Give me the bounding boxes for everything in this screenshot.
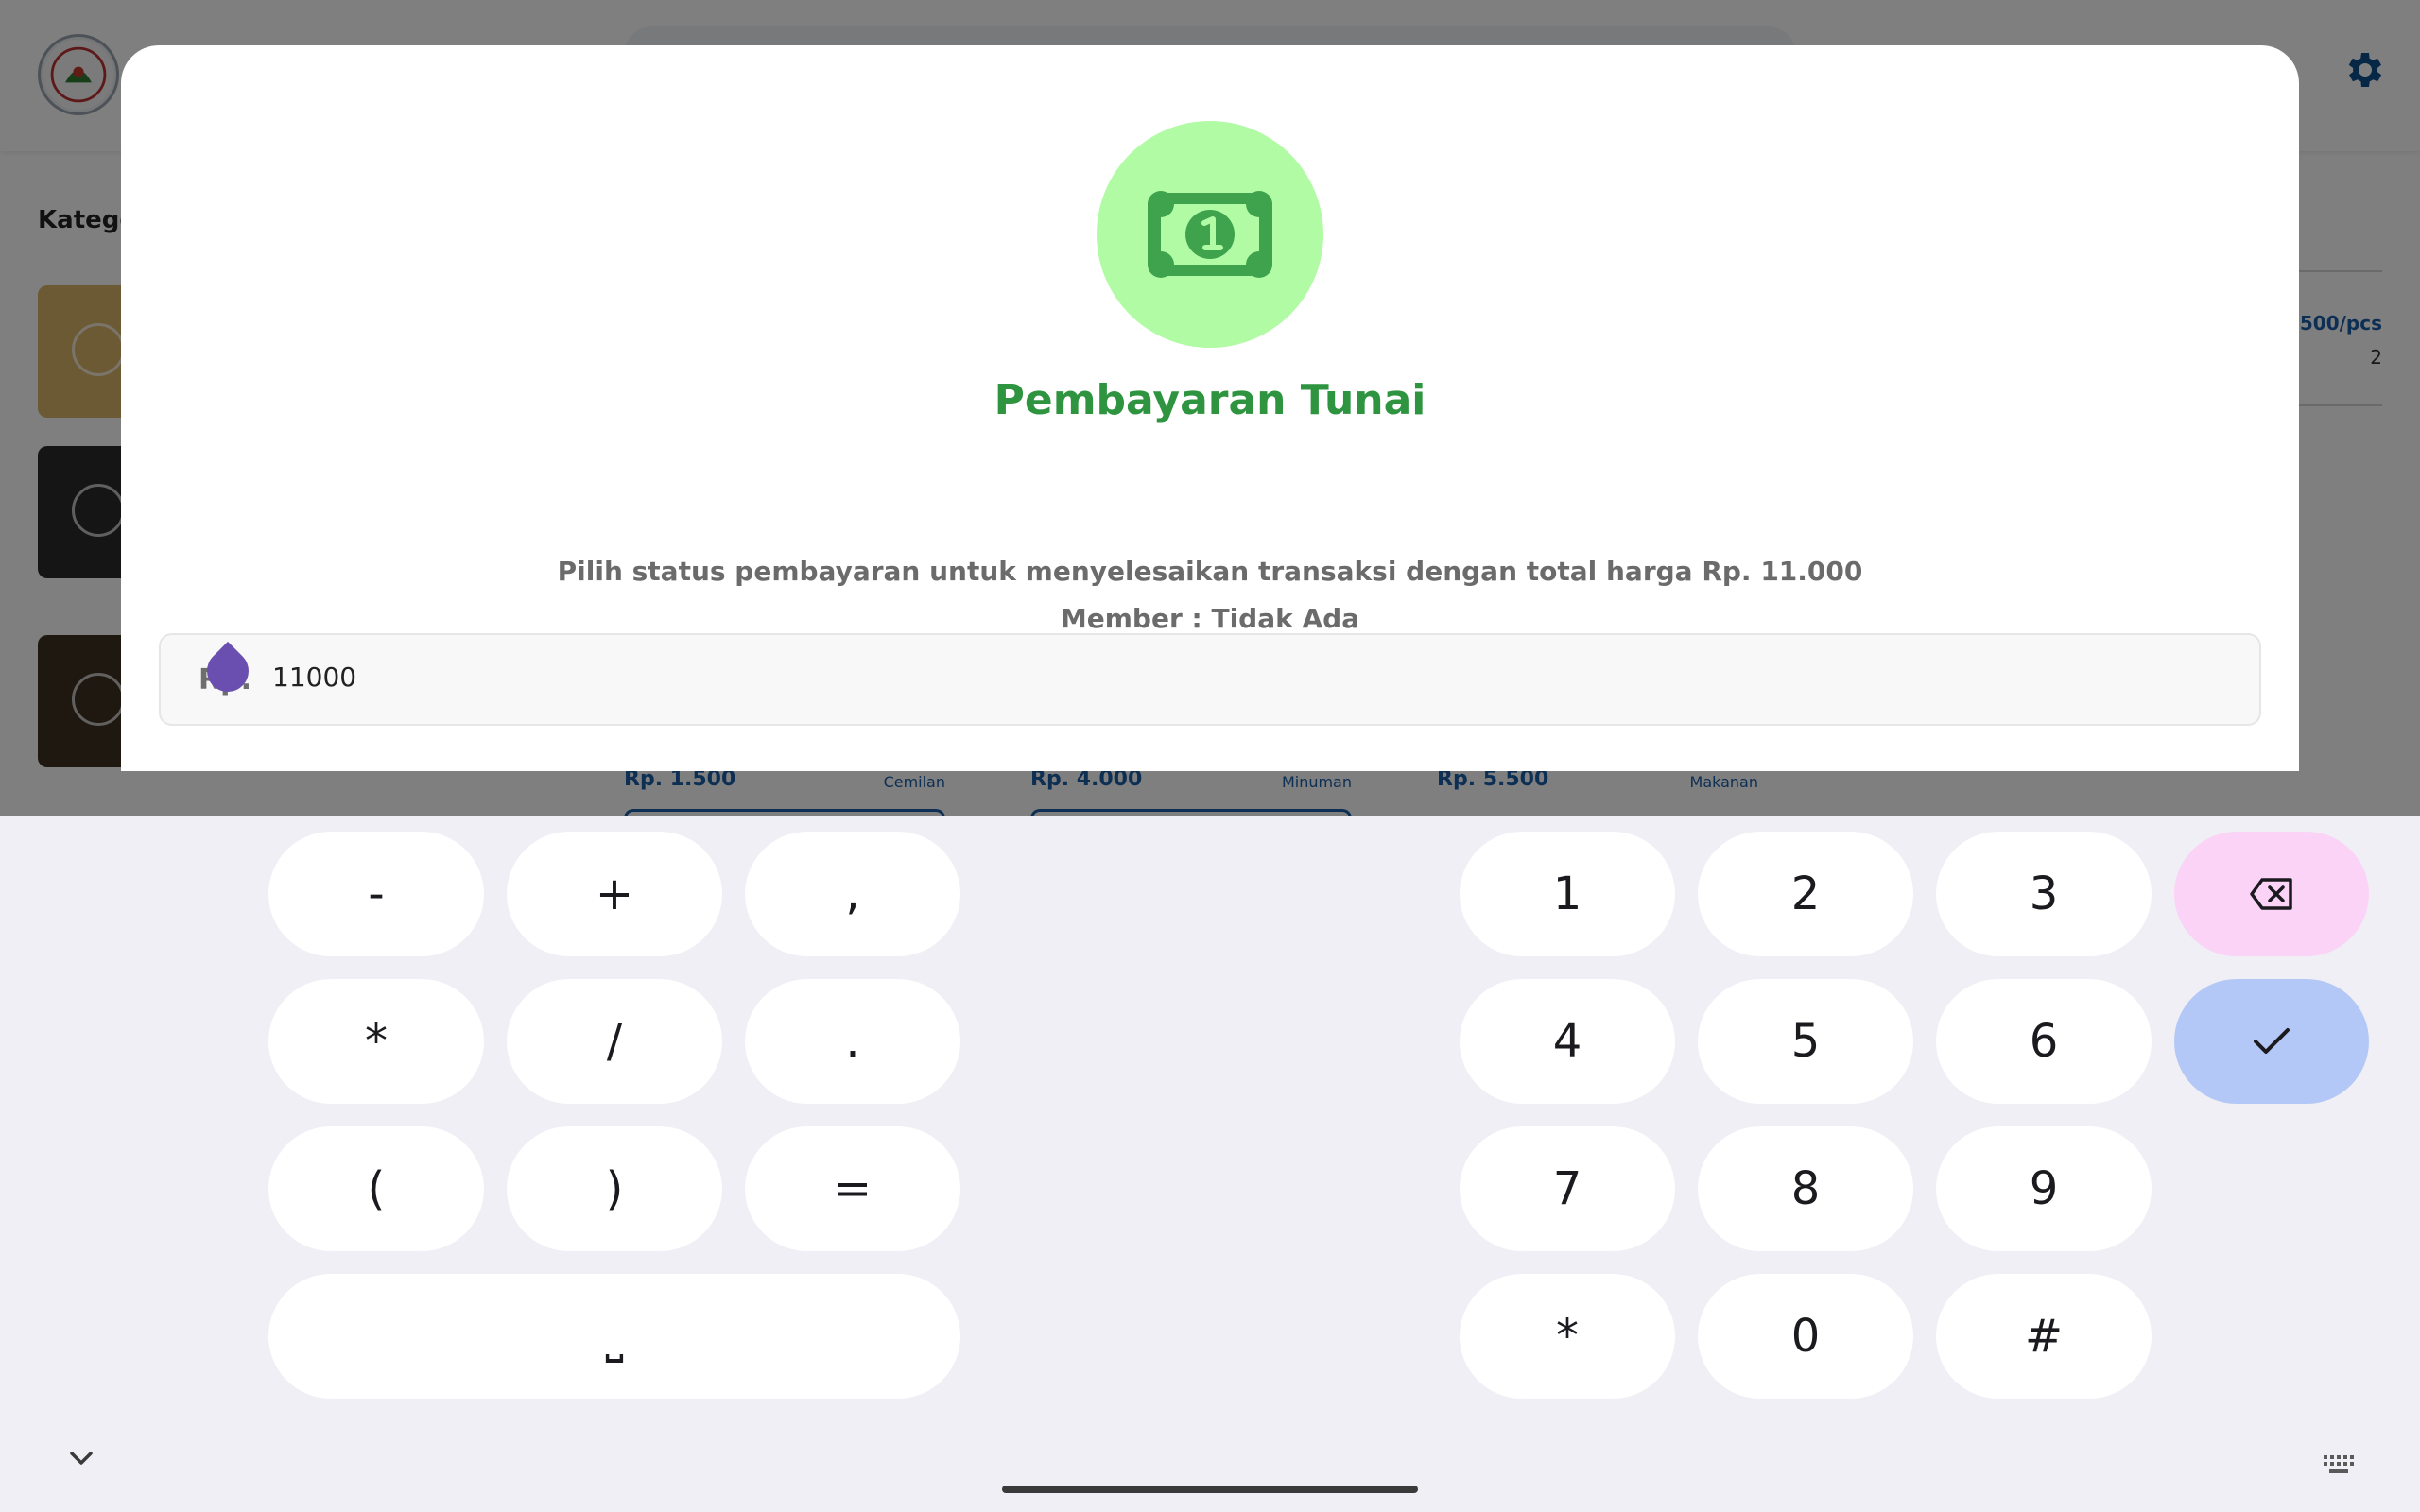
key-comma[interactable]: , — [745, 832, 960, 956]
key-asterisk[interactable]: * — [268, 979, 484, 1104]
key-star[interactable]: * — [1460, 1274, 1675, 1399]
backspace-key[interactable] — [2174, 832, 2369, 956]
confirm-key[interactable] — [2174, 979, 2369, 1104]
key-2[interactable]: 2 — [1698, 832, 1913, 956]
key-9[interactable]: 9 — [1936, 1126, 2152, 1251]
key-open-paren[interactable]: ( — [268, 1126, 484, 1251]
key-plus[interactable]: + — [507, 832, 722, 956]
switch-keyboard-button[interactable] — [2322, 1453, 2356, 1480]
keyboard-icon — [2324, 1455, 2354, 1473]
key-1[interactable]: 1 — [1460, 832, 1675, 956]
key-equals[interactable]: = — [745, 1126, 960, 1251]
key-0[interactable]: 0 — [1698, 1274, 1913, 1399]
cash-payment-dialog: Pembayaran Tunai Pilih status pembayaran… — [121, 45, 2299, 771]
key-period[interactable]: . — [745, 979, 960, 1104]
amount-value[interactable]: 11000 — [272, 662, 356, 693]
checkmark-icon — [2254, 1028, 2290, 1054]
key-slash[interactable]: / — [507, 979, 722, 1104]
member-status: Member : Tidak Ada — [1060, 603, 1360, 634]
money-bill-icon — [1148, 191, 1272, 278]
key-7[interactable]: 7 — [1460, 1126, 1675, 1251]
chevron-down-icon — [70, 1452, 93, 1465]
dialog-description: Pilih status pembayaran untuk menyelesai… — [557, 556, 1863, 587]
key-6[interactable]: 6 — [1936, 979, 2152, 1104]
hide-keyboard-button[interactable] — [68, 1450, 95, 1470]
key-5[interactable]: 5 — [1698, 979, 1913, 1104]
amount-input[interactable]: Rp. 11000 — [159, 633, 2261, 726]
key-close-paren[interactable]: ) — [507, 1126, 722, 1251]
backspace-icon — [2250, 878, 2292, 910]
numeric-keyboard: - + , * / . ( ) = ⎵ 1 2 3 4 5 6 7 8 9 * … — [0, 816, 2420, 1512]
key-minus[interactable]: - — [268, 832, 484, 956]
key-8[interactable]: 8 — [1698, 1126, 1913, 1251]
key-space[interactable]: ⎵ — [268, 1274, 960, 1399]
money-icon-circle — [1097, 121, 1323, 348]
key-3[interactable]: 3 — [1936, 832, 2152, 956]
key-hash[interactable]: # — [1936, 1274, 2152, 1399]
dialog-title: Pembayaran Tunai — [994, 376, 1426, 424]
gesture-nav-handle[interactable] — [1002, 1486, 1418, 1493]
key-4[interactable]: 4 — [1460, 979, 1675, 1104]
